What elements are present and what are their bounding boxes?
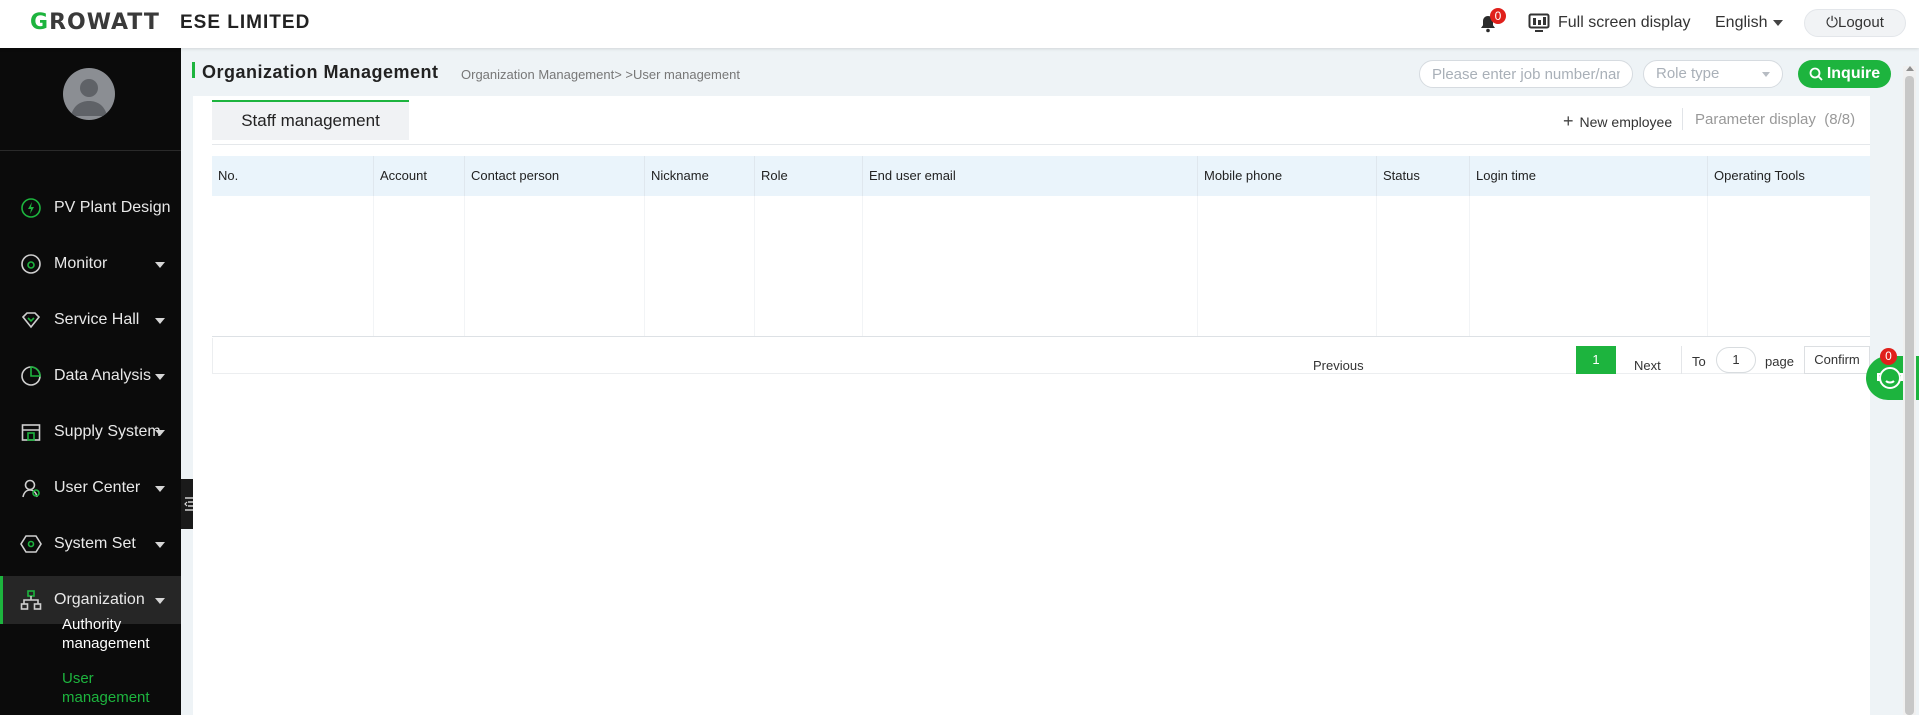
column-header-contact-person[interactable]: Contact person (464, 156, 644, 196)
company-name: ESE LIMITED (180, 12, 311, 33)
table-bottom-border (212, 336, 1870, 337)
column-divider (1707, 196, 1708, 336)
fullscreen-display-link[interactable]: Full screen display (1558, 14, 1691, 32)
sidebar-divider (0, 150, 181, 151)
role-type-select[interactable]: Role type (1643, 60, 1783, 88)
sidebar-item-data-analysis[interactable]: Data Analysis (0, 352, 181, 400)
column-divider (644, 196, 645, 336)
chevron-down-icon (1762, 72, 1770, 77)
pie-chart-icon (21, 366, 41, 386)
tab-staff-management[interactable]: Staff management (212, 100, 409, 140)
column-header-no[interactable]: No. (212, 156, 373, 196)
sidebar-item-pv-plant-design[interactable]: PV Plant Design (0, 184, 181, 232)
chevron-down-icon (155, 262, 165, 268)
sidebar-item-system-set[interactable]: System Set (0, 520, 181, 568)
column-divider (754, 196, 755, 336)
sidebar: PV Plant Design Monitor Service Hall Dat… (0, 48, 181, 715)
chevron-down-icon (1773, 19, 1784, 26)
title-accent-bar (192, 62, 195, 78)
page-label: page (1765, 354, 1794, 369)
store-icon (21, 424, 41, 441)
sidebar-subitem-user-management[interactable]: User management (62, 669, 172, 707)
scrollbar-thumb[interactable] (1905, 76, 1914, 715)
chat-notification-badge: 0 (1880, 348, 1897, 365)
top-bar: GROWATT ESE LIMITED 0 Full screen displa… (0, 0, 1919, 48)
chevron-down-icon (155, 430, 165, 436)
inquire-button[interactable]: Inquire (1798, 60, 1891, 88)
column-header-mobile-phone[interactable]: Mobile phone (1197, 156, 1376, 196)
power-icon: ⏻ (1826, 14, 1838, 31)
chevron-down-icon (155, 598, 165, 604)
monitor-icon (21, 254, 41, 274)
language-select[interactable]: English (1715, 14, 1784, 32)
column-header-role[interactable]: Role (754, 156, 862, 196)
sidebar-item-supply-system[interactable]: Supply System (0, 408, 181, 456)
confirm-page-button[interactable]: Confirm (1804, 346, 1870, 374)
table-header: No. Account Contact person Nickname Role… (212, 156, 1870, 196)
user-avatar-icon (71, 79, 107, 116)
page-title: Organization Management (202, 62, 439, 82)
next-page-button[interactable]: Next (1634, 358, 1661, 373)
chevron-down-icon (155, 486, 165, 492)
sidebar-subitem-authority-management[interactable]: Authority management (62, 615, 172, 653)
column-header-account[interactable]: Account (373, 156, 464, 196)
column-header-login-time[interactable]: Login time (1469, 156, 1707, 196)
sidebar-item-monitor[interactable]: Monitor (0, 240, 181, 288)
parameter-display-toggle[interactable]: Parameter display (8/8) (1695, 111, 1855, 128)
search-icon (1809, 67, 1823, 81)
chevron-down-icon (155, 374, 165, 380)
notification-badge: 0 (1490, 8, 1506, 24)
avatar[interactable] (63, 68, 115, 120)
toolbar-divider (1682, 108, 1683, 130)
monitor-screen-icon[interactable] (1528, 13, 1550, 33)
content-panel: Staff management + New employee Paramete… (193, 96, 1870, 715)
column-header-nickname[interactable]: Nickname (644, 156, 754, 196)
page-number-current[interactable]: 1 (1576, 346, 1616, 374)
column-divider (1197, 196, 1198, 336)
pagination-divider (1681, 346, 1682, 374)
goto-page-input[interactable]: 1 (1716, 347, 1756, 373)
column-header-end-user-email[interactable]: End user email (862, 156, 1197, 196)
logout-button[interactable]: ⏻Logout (1804, 9, 1906, 37)
previous-page-button[interactable]: Previous (1313, 358, 1364, 373)
sidebar-item-service-hall[interactable]: Service Hall (0, 296, 181, 344)
column-divider (862, 196, 863, 336)
column-divider (464, 196, 465, 336)
tab-divider (212, 144, 1870, 145)
org-chart-icon (20, 590, 42, 610)
chevron-down-icon (155, 542, 165, 548)
hexagon-icon (20, 535, 42, 553)
chevron-down-icon (155, 318, 165, 324)
column-divider (373, 196, 374, 336)
column-divider (1469, 196, 1470, 336)
plus-icon: + (1563, 111, 1574, 131)
breadcrumb: Organization Management> >User managemen… (461, 67, 740, 82)
column-divider (1376, 196, 1377, 336)
user-icon (22, 479, 40, 498)
column-header-operating-tools[interactable]: Operating Tools (1707, 156, 1870, 196)
search-input[interactable] (1419, 60, 1633, 88)
growatt-logo[interactable]: GROWATT (30, 10, 160, 35)
scroll-up-arrow-icon[interactable] (1906, 66, 1914, 71)
pv-plant-icon (21, 198, 41, 218)
diamond-icon (21, 312, 41, 329)
new-employee-button[interactable]: + New employee (1563, 111, 1672, 132)
goto-label: To (1692, 354, 1706, 369)
sidebar-item-user-center[interactable]: User Center (0, 464, 181, 512)
column-header-status[interactable]: Status (1376, 156, 1469, 196)
pagination-bar (212, 338, 1870, 374)
